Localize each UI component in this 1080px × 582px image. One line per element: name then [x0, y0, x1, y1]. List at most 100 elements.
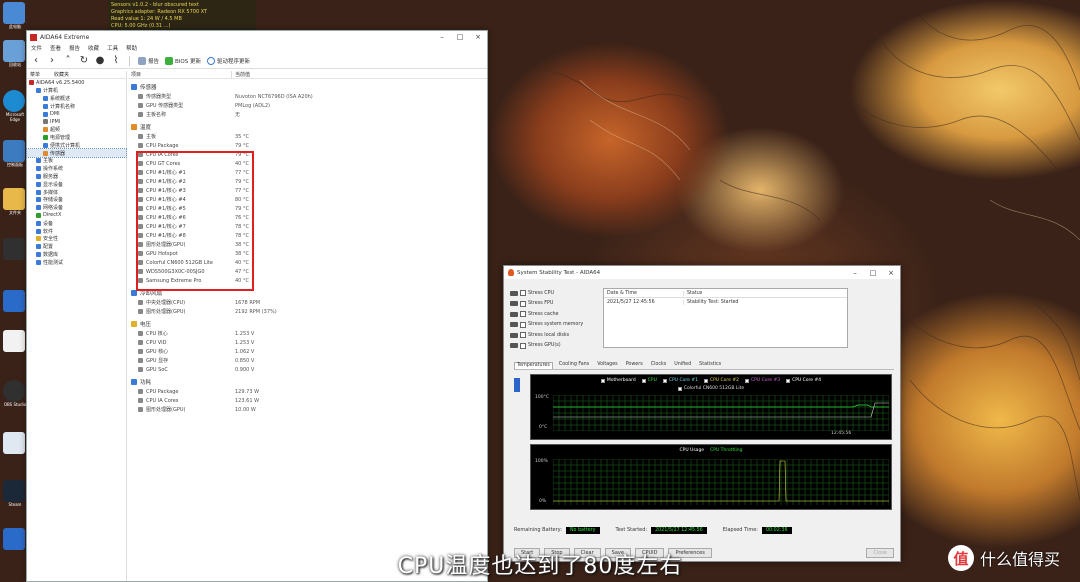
edge-browser-icon[interactable] — [3, 90, 25, 112]
tab-statistics[interactable]: Statistics — [697, 362, 723, 369]
menu-file[interactable]: 文件 — [31, 44, 42, 52]
checkbox[interactable] — [520, 300, 526, 307]
bios-update-button[interactable]: BIOS 更新 — [165, 56, 201, 65]
tree-item[interactable]: 服务器 — [27, 173, 126, 181]
tree-item[interactable]: AIDA64 v6.25.5400 — [27, 79, 126, 87]
tree-item[interactable]: 软件 — [27, 227, 126, 235]
legend-item[interactable]: Colorful CN600 512GB Lite — [677, 386, 744, 391]
tree-item[interactable]: 数据库 — [27, 251, 126, 259]
tab-menu[interactable]: 菜单 — [27, 71, 40, 78]
menu-favorites[interactable]: 收藏 — [88, 44, 99, 52]
stress-disk-option[interactable]: Stress local disks — [510, 330, 600, 341]
sensor-row[interactable]: GPU 传感器类型 PMLog (ADL2) — [128, 101, 487, 110]
steam-icon[interactable] — [3, 480, 25, 502]
legend-item[interactable]: CPU — [641, 378, 657, 383]
legend-item[interactable]: CPU Core #4 — [786, 378, 821, 383]
tree-item[interactable]: 超频 — [27, 126, 126, 134]
sensor-row[interactable]: GPU 核心 1.062 V — [128, 347, 487, 356]
maximize-button[interactable]: □ — [451, 33, 469, 41]
sensor-row[interactable]: 主板名称 无 — [128, 110, 487, 119]
tree-item[interactable]: 网络设备 — [27, 204, 126, 212]
control-panel-icon[interactable] — [3, 140, 25, 162]
tab-powers[interactable]: Powers — [624, 362, 645, 369]
sensor-row[interactable]: CPU 核心 1.253 V — [128, 329, 487, 338]
sensor-row[interactable]: GPU 显存 0.850 V — [128, 356, 487, 365]
report-button[interactable]: 报告 — [138, 56, 159, 65]
menu-tools[interactable]: 工具 — [107, 44, 118, 52]
tree-item[interactable]: 计算机 — [27, 87, 126, 95]
app-icon[interactable] — [3, 290, 25, 312]
sensor-row[interactable]: 主板 35 °C — [128, 132, 487, 141]
checkbox[interactable] — [520, 342, 526, 349]
legend-item[interactable]: CPU Core #2 — [703, 378, 739, 383]
minimize-button[interactable]: – — [433, 33, 451, 41]
tree-item[interactable]: 计算机名称 — [27, 102, 126, 110]
sensor-row[interactable]: 中央处理器(CPU) 1678 RPM — [128, 298, 487, 307]
tree-item[interactable]: 显示设备 — [27, 180, 126, 188]
menu-view[interactable]: 查看 — [50, 44, 61, 52]
maximize-button[interactable]: □ — [864, 269, 882, 277]
tree-item[interactable]: 系统概述 — [27, 95, 126, 103]
minimize-button[interactable]: – — [846, 269, 864, 277]
tree-item[interactable]: IPMI — [27, 118, 126, 126]
menu-report[interactable]: 报告 — [69, 44, 80, 52]
folder-icon[interactable] — [3, 188, 25, 210]
stress-cpu-option[interactable]: Stress CPU — [510, 288, 600, 299]
tree-item[interactable]: DMI — [27, 110, 126, 118]
driver-update-button[interactable]: 驱动程序更新 — [206, 56, 250, 65]
column-field[interactable]: 项目 — [128, 71, 232, 78]
log-col-status[interactable]: Status — [684, 291, 702, 296]
legend-item[interactable]: CPU Core #1 — [662, 378, 698, 383]
forward-icon[interactable]: › — [47, 55, 57, 66]
close-button[interactable]: × — [469, 33, 487, 41]
tree-item[interactable]: 电源管理 — [27, 134, 126, 142]
checkbox[interactable] — [520, 290, 526, 297]
tab-favorites[interactable]: 收藏夹 — [40, 71, 69, 78]
back-icon[interactable]: ‹ — [31, 55, 41, 66]
tree-item[interactable]: 多媒体 — [27, 188, 126, 196]
sensor-row[interactable]: 图形处理器(GPU) 2192 RPM (37%) — [128, 307, 487, 316]
refresh-icon[interactable]: ↻ — [79, 55, 89, 66]
computer-icon[interactable] — [3, 2, 25, 24]
sensor-row[interactable]: CPU Package 79 °C — [128, 141, 487, 150]
file-icon[interactable] — [3, 432, 25, 454]
up-icon[interactable]: ˄ — [63, 55, 73, 66]
tab-cooling-fans[interactable]: Cooling Fans — [557, 362, 591, 369]
obs-studio-icon[interactable] — [3, 380, 25, 402]
tree-item[interactable]: 操作系统 — [27, 165, 126, 173]
stress-cache-option[interactable]: Stress cache — [510, 309, 600, 320]
app-icon[interactable] — [3, 238, 25, 260]
tree-item[interactable]: 配置 — [27, 243, 126, 251]
app-icon[interactable] — [3, 528, 25, 550]
tree-item[interactable]: 设备 — [27, 219, 126, 227]
user-icon[interactable]: ● — [95, 55, 105, 66]
column-value[interactable]: 当前值 — [232, 71, 250, 78]
checkbox[interactable] — [520, 311, 526, 318]
app-icon[interactable] — [3, 330, 25, 352]
tree-item[interactable]: 安全性 — [27, 235, 126, 243]
sensor-row[interactable]: CPU Package 129.73 W — [128, 387, 487, 396]
tree-item[interactable]: 存储设备 — [27, 196, 126, 204]
sensor-row[interactable]: 传感器类型 Nuvoton NCT6796D (ISA A20h) — [128, 92, 487, 101]
checkbox[interactable] — [520, 321, 526, 328]
stress-fpu-option[interactable]: Stress FPU — [510, 299, 600, 310]
stress-gpu-option[interactable]: Stress GPU(s) — [510, 341, 600, 352]
tab-unified[interactable]: Unified — [672, 362, 693, 369]
tab-temperatures[interactable]: Temperatures — [514, 362, 553, 369]
tab-voltages[interactable]: Voltages — [595, 362, 620, 369]
log-col-time[interactable]: Date & Time — [604, 290, 684, 296]
legend-item[interactable]: CPU Core #3 — [745, 378, 780, 383]
sensor-row[interactable]: CPU VID 1.253 V — [128, 338, 487, 347]
close-button[interactable]: × — [882, 269, 900, 277]
tree-item[interactable]: DirectX — [27, 212, 126, 220]
legend-item[interactable]: Motherboard — [600, 378, 636, 383]
tab-clocks[interactable]: Clocks — [649, 362, 669, 369]
stress-memory-option[interactable]: Stress system memory — [510, 320, 600, 331]
chart-icon[interactable]: ⌇ — [111, 55, 121, 66]
sensor-row[interactable]: GPU SoC 0.900 V — [128, 365, 487, 374]
tree-item[interactable]: 便携式计算机 — [27, 141, 126, 149]
checkbox[interactable] — [520, 332, 526, 339]
sensor-row[interactable]: CPU IA Cores 123.61 W — [128, 396, 487, 405]
tree-item[interactable]: 传感器 — [26, 148, 127, 158]
recycle-bin-icon[interactable] — [3, 40, 25, 62]
